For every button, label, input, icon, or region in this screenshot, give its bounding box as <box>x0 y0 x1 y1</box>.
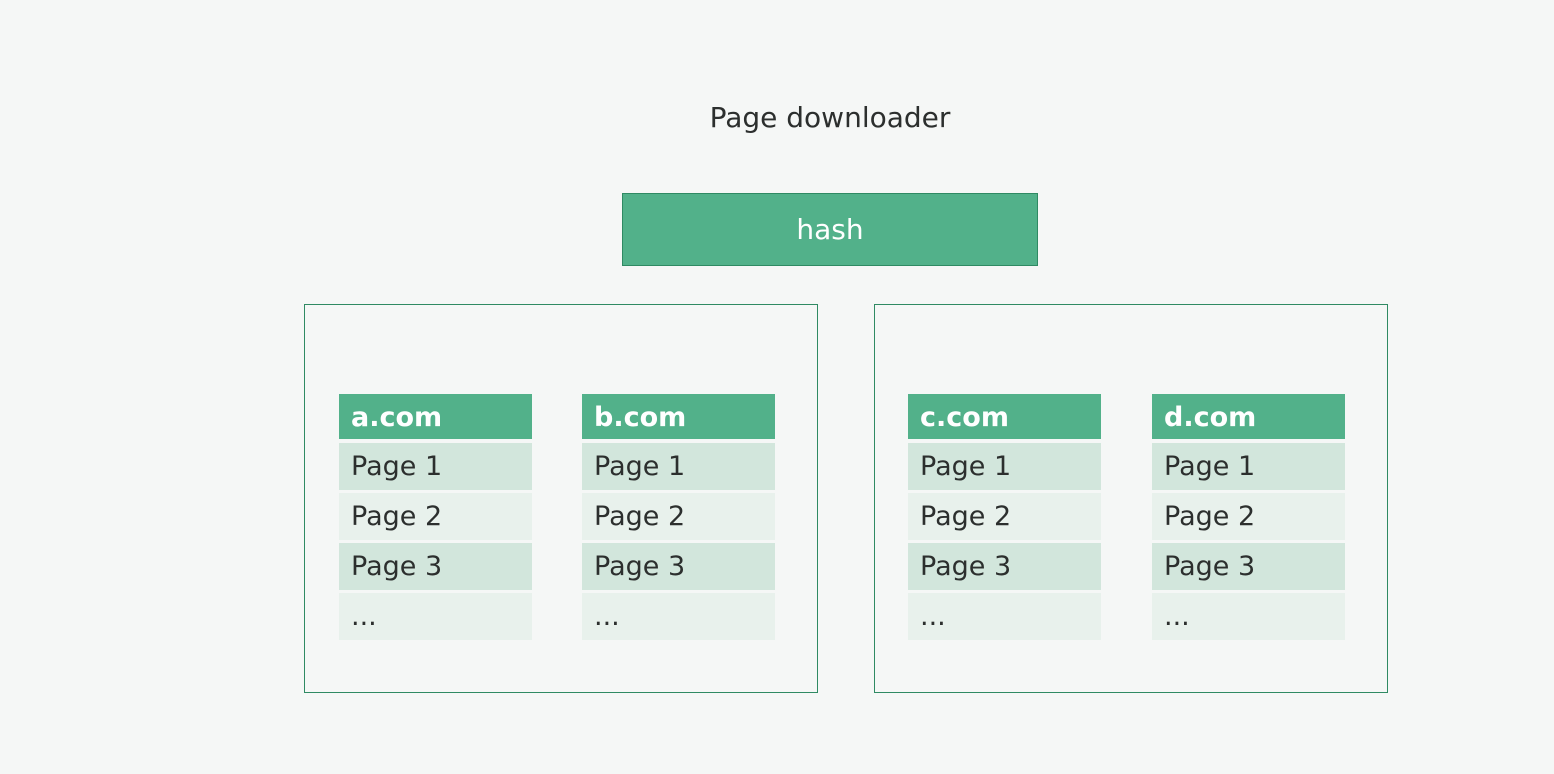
queue-b-com: b.com Page 1 Page 2 Page 3 ... <box>582 394 775 643</box>
queue-c-com: c.com Page 1 Page 2 Page 3 ... <box>908 394 1101 643</box>
queue-d-com: d.com Page 1 Page 2 Page 3 ... <box>1152 394 1345 643</box>
queue-item: Page 2 <box>339 493 532 540</box>
queue-item: ... <box>908 593 1101 640</box>
hash-label: hash <box>796 213 864 246</box>
queue-header: d.com <box>1152 394 1345 439</box>
queue-item: Page 2 <box>1152 493 1345 540</box>
hash-box: hash <box>622 193 1038 266</box>
diagram-title: Page downloader <box>709 101 951 134</box>
queue-item: Page 3 <box>908 543 1101 590</box>
queue-item: Page 1 <box>339 443 532 490</box>
queue-item: ... <box>1152 593 1345 640</box>
queue-item: Page 2 <box>582 493 775 540</box>
queue-item: Page 1 <box>1152 443 1345 490</box>
queue-item: ... <box>339 593 532 640</box>
queue-item: Page 3 <box>339 543 532 590</box>
queue-header: b.com <box>582 394 775 439</box>
queue-group-1: a.com Page 1 Page 2 Page 3 ... b.com Pag… <box>304 304 818 693</box>
queue-item: Page 3 <box>1152 543 1345 590</box>
queue-item: Page 3 <box>582 543 775 590</box>
queue-item: Page 2 <box>908 493 1101 540</box>
queue-group-2: c.com Page 1 Page 2 Page 3 ... d.com Pag… <box>874 304 1388 693</box>
queue-item: Page 1 <box>908 443 1101 490</box>
queue-a-com: a.com Page 1 Page 2 Page 3 ... <box>339 394 532 643</box>
queue-item: ... <box>582 593 775 640</box>
queue-header: c.com <box>908 394 1101 439</box>
queue-item: Page 1 <box>582 443 775 490</box>
queue-header: a.com <box>339 394 532 439</box>
